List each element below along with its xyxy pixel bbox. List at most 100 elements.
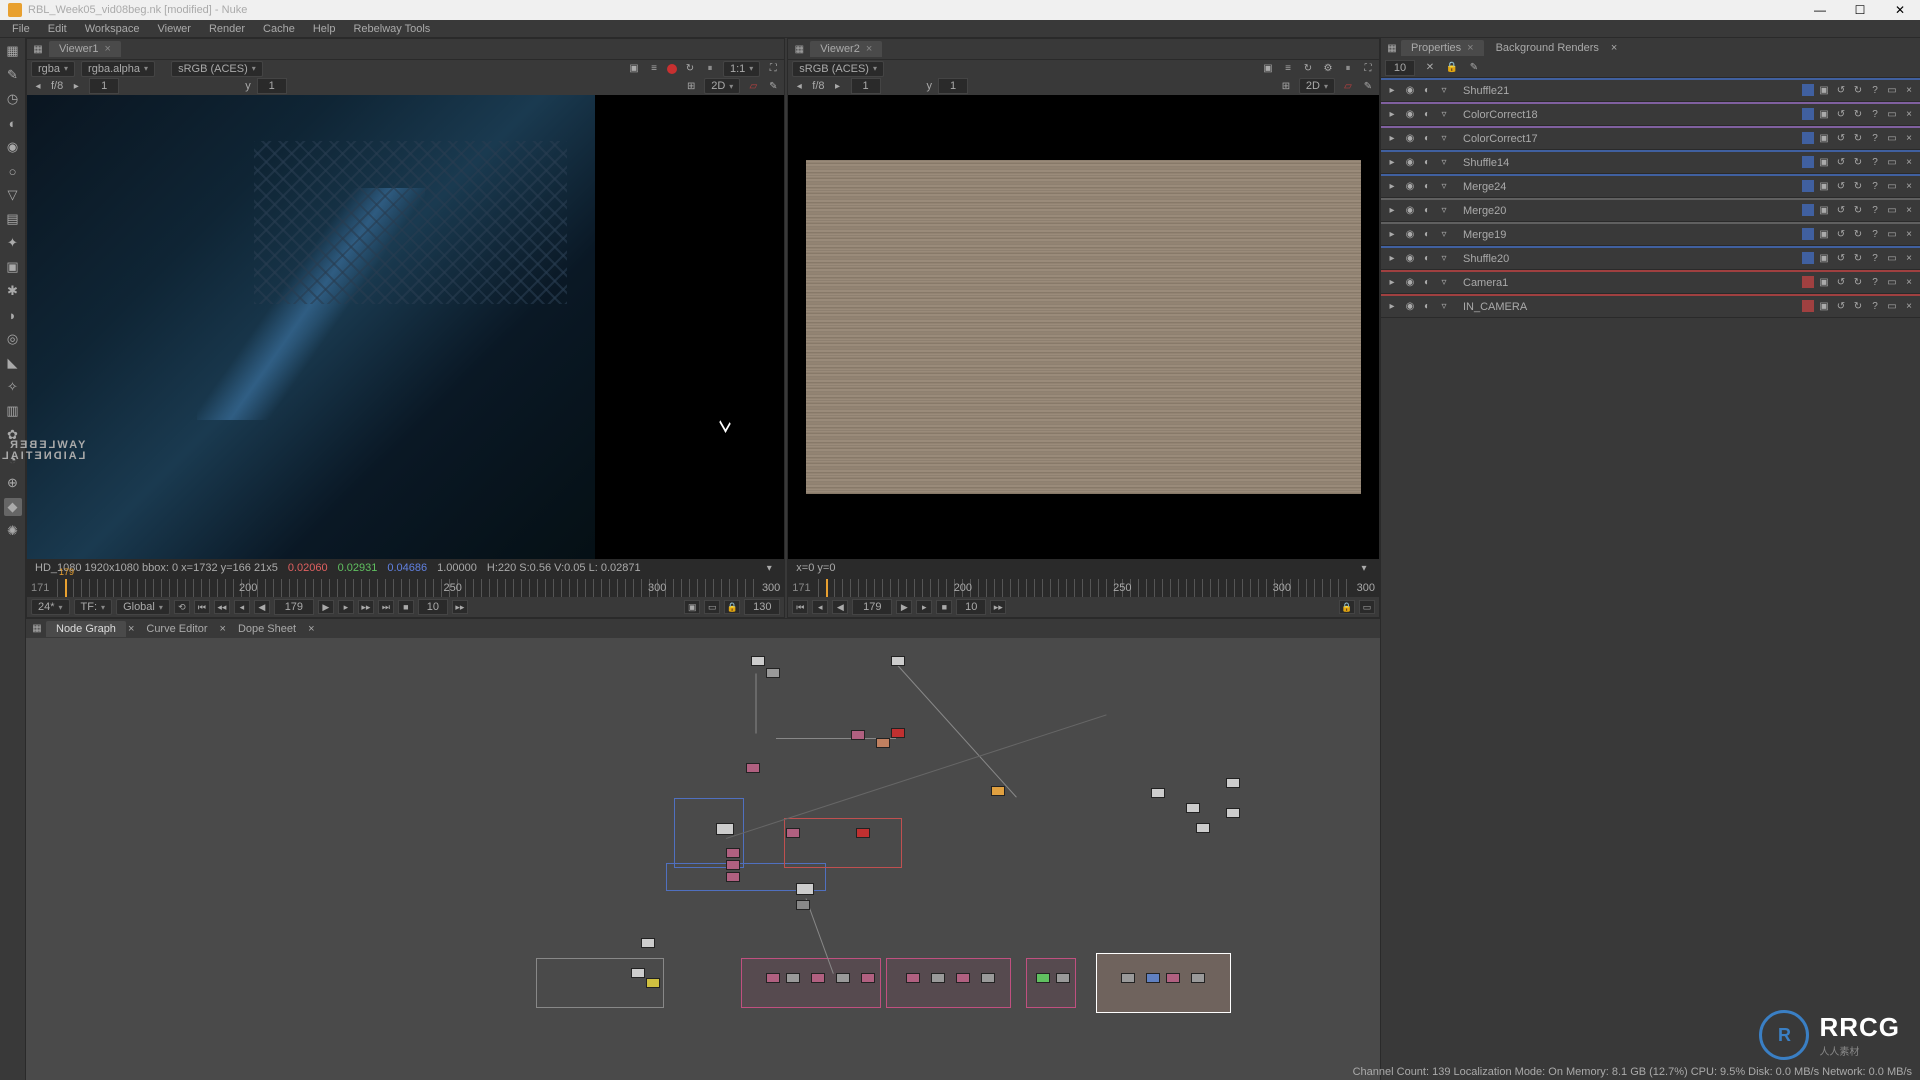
help-icon[interactable]: ? <box>1868 180 1882 194</box>
close-icon[interactable]: × <box>1611 42 1617 54</box>
link-icon[interactable]: ◐ <box>1420 132 1434 146</box>
help-icon[interactable]: ? <box>1868 156 1882 170</box>
tool-views-icon[interactable]: ▥ <box>4 402 22 420</box>
reload-icon[interactable]: ↻ <box>1851 252 1865 266</box>
help-icon[interactable]: ? <box>1868 84 1882 98</box>
node[interactable] <box>786 973 800 983</box>
next-icon[interactable]: ▸ <box>831 79 845 93</box>
minimize-icon[interactable]: ▭ <box>1885 204 1899 218</box>
backdrop[interactable] <box>784 818 902 868</box>
step-back-button[interactable]: ◂ <box>234 600 250 614</box>
node[interactable] <box>1226 778 1240 788</box>
node[interactable] <box>796 900 810 910</box>
time-ruler[interactable]: 171 200 250 300 300 <box>788 579 1379 597</box>
node-icon[interactable]: ▿ <box>1437 204 1451 218</box>
expand-icon[interactable]: ⛶ <box>1361 62 1375 76</box>
node[interactable] <box>796 883 814 895</box>
center-icon[interactable]: ▣ <box>1817 276 1831 290</box>
last-frame-button[interactable]: ⏭ <box>378 600 394 614</box>
color-swatch[interactable] <box>1802 132 1814 144</box>
node[interactable] <box>646 978 660 988</box>
tool-burst-icon[interactable]: ✺ <box>4 522 22 540</box>
help-icon[interactable]: ? <box>1868 228 1882 242</box>
pane-layout-icon[interactable]: ▦ <box>1385 41 1399 55</box>
expand-icon[interactable]: ▸ <box>1385 84 1399 98</box>
property-row[interactable]: ▸◉◐▿Shuffle20▣↺↻?▭× <box>1381 246 1920 270</box>
tab-bg-renders[interactable]: Background Renders <box>1486 40 1609 56</box>
reset-icon[interactable]: ↺ <box>1834 276 1848 290</box>
clip-icon[interactable]: ▣ <box>1261 62 1275 76</box>
play-button[interactable]: ▶ <box>318 600 334 614</box>
frame-input[interactable]: 179 <box>274 599 314 615</box>
viewer2-tab[interactable]: Viewer2× <box>810 41 882 57</box>
backdrop[interactable] <box>741 958 881 1008</box>
tool-merge-icon[interactable]: ✦ <box>4 234 22 252</box>
color-swatch[interactable] <box>1802 228 1814 240</box>
link-icon[interactable]: ◐ <box>1420 204 1434 218</box>
help-icon[interactable]: ? <box>1868 204 1882 218</box>
backdrop[interactable] <box>536 958 664 1008</box>
tf-dropdown[interactable]: TF: <box>74 599 113 615</box>
expand-icon[interactable]: ▸ <box>1385 276 1399 290</box>
lock-icon[interactable]: 🔒 <box>724 600 740 614</box>
skip-button[interactable]: ▸▸ <box>990 600 1006 614</box>
inc-input[interactable]: 10 <box>956 599 986 615</box>
pane-layout-icon[interactable]: ▦ <box>31 42 45 56</box>
node-icon[interactable]: ▿ <box>1437 276 1451 290</box>
node[interactable] <box>931 973 945 983</box>
close-icon[interactable]: × <box>308 623 314 635</box>
property-row[interactable]: ▸◉◐▿ColorCorrect17▣↺↻?▭× <box>1381 126 1920 150</box>
frame-input[interactable]: 179 <box>852 599 892 615</box>
prev-icon[interactable]: ◂ <box>792 79 806 93</box>
pen-icon[interactable]: ✎ <box>766 79 780 93</box>
tool-tag-icon[interactable]: ◣ <box>4 354 22 372</box>
node[interactable] <box>746 763 760 773</box>
y-input[interactable]: 1 <box>938 78 968 94</box>
next-icon[interactable]: ▸ <box>69 79 83 93</box>
node[interactable] <box>891 728 905 738</box>
tool-channel-icon[interactable]: ◐ <box>4 114 22 132</box>
mode-dropdown[interactable]: 2D <box>1299 78 1335 94</box>
center-icon[interactable]: ▣ <box>1817 156 1831 170</box>
tab-curve-editor[interactable]: Curve Editor <box>136 621 217 637</box>
expand-icon[interactable]: ⛶ <box>766 62 780 76</box>
menu-edit[interactable]: Edit <box>40 21 75 37</box>
node-icon[interactable]: ▿ <box>1437 156 1451 170</box>
node-graph[interactable] <box>26 638 1380 1080</box>
help-icon[interactable]: ? <box>1868 300 1882 314</box>
node[interactable] <box>786 828 800 838</box>
color-swatch[interactable] <box>1802 108 1814 120</box>
skip-button[interactable]: ▸▸ <box>452 600 468 614</box>
close-icon[interactable]: × <box>1902 228 1916 242</box>
reload-icon[interactable]: ↻ <box>1851 276 1865 290</box>
step-fwd-button[interactable]: ▸ <box>338 600 354 614</box>
close-icon[interactable]: × <box>105 43 111 55</box>
reset-icon[interactable]: ↺ <box>1834 204 1848 218</box>
edit-icon[interactable]: ✎ <box>1467 61 1481 75</box>
node[interactable] <box>726 848 740 858</box>
reset-icon[interactable]: ↺ <box>1834 180 1848 194</box>
channel-dropdown[interactable]: rgba <box>31 61 75 77</box>
node[interactable] <box>856 828 870 838</box>
node[interactable] <box>956 973 970 983</box>
node[interactable] <box>1056 973 1070 983</box>
node-icon[interactable]: ▿ <box>1437 132 1451 146</box>
eye-icon[interactable]: ◉ <box>1403 252 1417 266</box>
eye-icon[interactable]: ◉ <box>1403 132 1417 146</box>
grid-icon[interactable]: ⊞ <box>684 79 698 93</box>
node[interactable] <box>631 968 645 978</box>
tool-star-icon[interactable]: ✱ <box>4 282 22 300</box>
colorspace-dropdown[interactable]: sRGB (ACES) <box>171 61 263 77</box>
link-icon[interactable]: ◐ <box>1420 276 1434 290</box>
color-swatch[interactable] <box>1802 276 1814 288</box>
reload-icon[interactable]: ↻ <box>1851 204 1865 218</box>
node[interactable] <box>836 973 850 983</box>
backdrop-selected[interactable] <box>1096 953 1231 1013</box>
node[interactable] <box>641 938 655 948</box>
node[interactable] <box>891 656 905 666</box>
link-icon[interactable]: ◐ <box>1420 156 1434 170</box>
node[interactable] <box>726 860 740 870</box>
node[interactable] <box>991 786 1005 796</box>
node[interactable] <box>1196 823 1210 833</box>
mode-dropdown[interactable]: 2D <box>704 78 740 94</box>
